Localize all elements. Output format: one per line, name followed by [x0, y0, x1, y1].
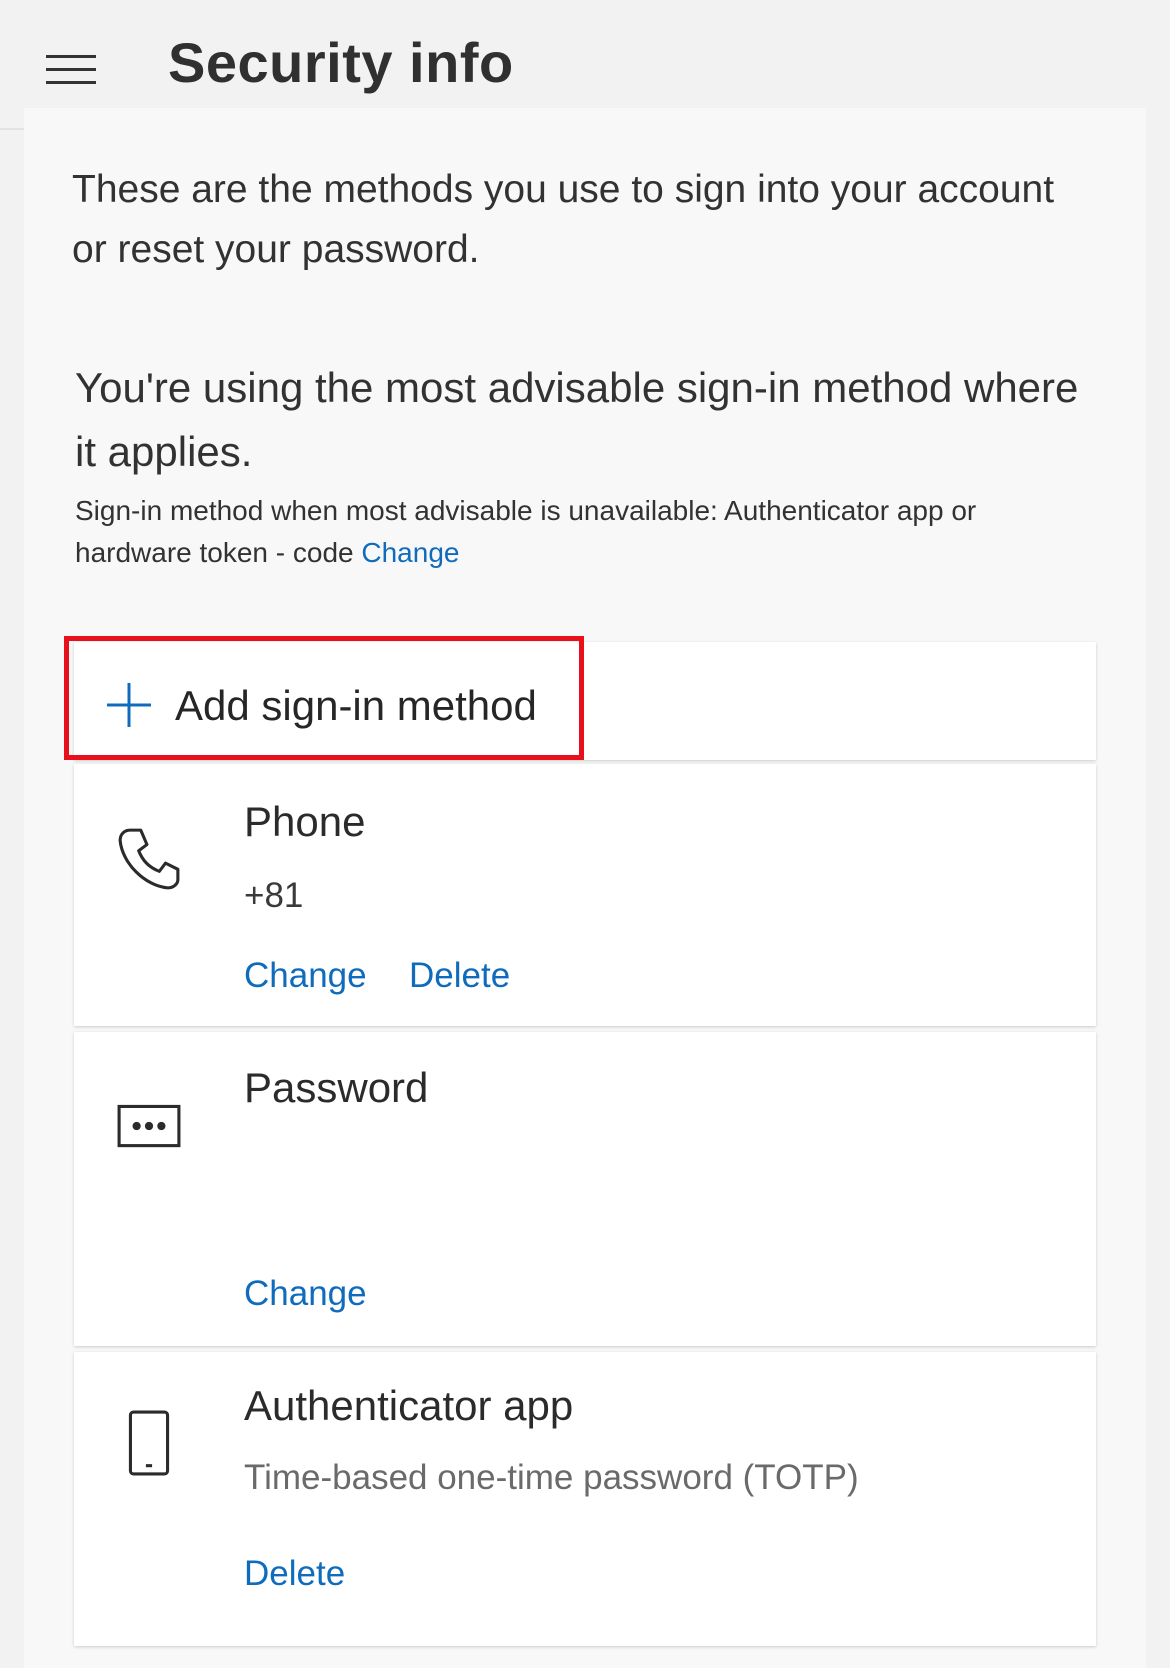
password-icon: [117, 1104, 181, 1148]
add-sign-in-method-button[interactable]: Add sign-in method: [64, 636, 584, 760]
method-detail: +81: [244, 876, 304, 915]
hamburger-menu-icon[interactable]: [46, 55, 96, 87]
phone-change-link[interactable]: Change: [244, 954, 367, 998]
intro-text: These are the methods you use to sign in…: [72, 168, 1055, 271]
advisable-headline: You're using the most advisable sign-in …: [75, 364, 1079, 475]
method-title: Password: [244, 1064, 429, 1111]
method-title: Authenticator app: [244, 1382, 574, 1429]
fallback-method-text: Sign-in method when most advisable is un…: [75, 490, 1095, 574]
phone-delete-link[interactable]: Delete: [409, 954, 510, 998]
method-title: Phone: [244, 798, 366, 845]
fallback-change-link[interactable]: Change: [361, 537, 459, 568]
page-title: Security info: [168, 31, 514, 94]
password-change-link[interactable]: Change: [244, 1272, 367, 1316]
add-sign-in-method-label: Add sign-in method: [175, 682, 537, 729]
method-card-phone: Phone +81 Change Delete: [74, 764, 1096, 1026]
method-card-authenticator: Authenticator app Time-based one-time pa…: [74, 1352, 1096, 1646]
phone-icon: [118, 828, 180, 890]
mobile-device-icon: [128, 1410, 170, 1476]
authenticator-delete-link[interactable]: Delete: [244, 1552, 345, 1596]
plus-icon: [107, 683, 151, 727]
fallback-method-label: Sign-in method when most advisable is un…: [75, 495, 977, 568]
method-detail: Time-based one-time password (TOTP): [244, 1458, 859, 1497]
method-card-password: Password Change: [74, 1032, 1096, 1346]
